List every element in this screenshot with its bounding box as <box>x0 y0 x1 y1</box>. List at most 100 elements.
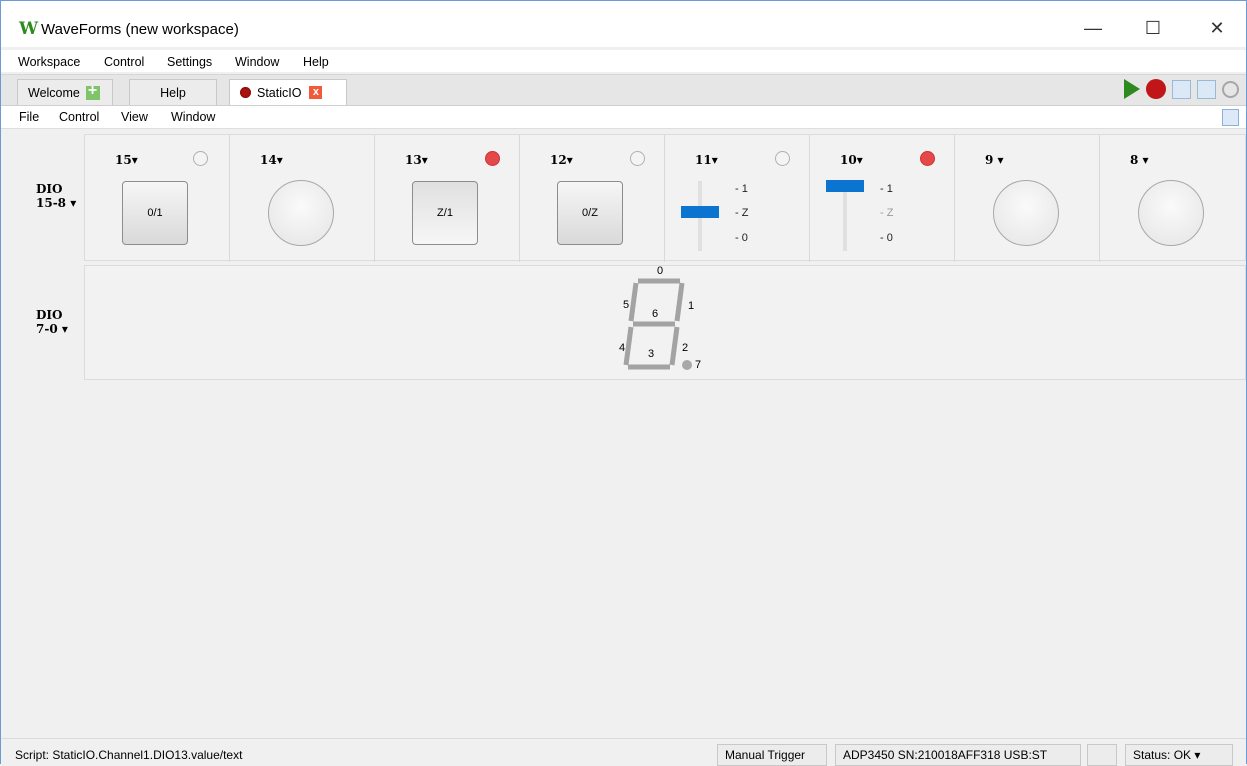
led-indicator-11 <box>775 151 790 166</box>
toggle-button-13[interactable]: Z/1 <box>412 181 478 245</box>
toolbar <box>1124 79 1239 99</box>
run-play-icon[interactable] <box>1124 79 1140 99</box>
tab-staticio[interactable]: StaticIO x <box>229 79 347 105</box>
channel-8: 8 ▾ <box>1100 135 1245 262</box>
menu-settings[interactable]: Settings <box>167 55 212 69</box>
close-window-button[interactable]: ✕ <box>1197 13 1237 43</box>
menu-control[interactable]: Control <box>104 55 144 69</box>
segment-label-6: 6 <box>652 308 658 320</box>
option-1-10: - 1 <box>880 183 893 195</box>
dropdown-caret-icon: ▾ <box>70 196 77 210</box>
channel-12: 12▾ 0/Z <box>520 135 665 262</box>
segment-label-1: 1 <box>688 300 694 312</box>
segment-label-5: 5 <box>623 299 629 311</box>
submenu-control[interactable]: Control <box>59 110 99 124</box>
dio-label-text: DIO <box>36 308 63 322</box>
tab-help[interactable]: Help <box>129 79 217 105</box>
tab-staticio-label: StaticIO <box>257 85 302 100</box>
pin-label-14[interactable]: 14▾ <box>260 153 283 167</box>
add-tab-plus-icon[interactable] <box>85 82 100 100</box>
waveforms-logo-icon: W <box>19 19 39 39</box>
title-bar: W WaveForms (new workspace) — ☐ ✕ <box>1 1 1246 47</box>
status-text: Status: OK <box>1133 748 1192 762</box>
pin-label-8[interactable]: 8 ▾ <box>1130 153 1149 167</box>
dropdown-caret-icon: ▾ <box>1194 748 1201 762</box>
connection-icon[interactable] <box>1087 744 1117 766</box>
option-0-10: - 0 <box>880 232 893 244</box>
maximize-button[interactable]: ☐ <box>1133 13 1173 43</box>
led-display-8 <box>1138 180 1204 246</box>
menu-window[interactable]: Window <box>235 55 279 69</box>
dio-15-8-row: 15▾ 0/1 14▾ 13▾ Z/1 12▾ 0/Z 11▾ - 1 - Z … <box>84 134 1246 262</box>
submenu-file[interactable]: File <box>19 110 39 124</box>
led-indicator-13 <box>485 151 500 166</box>
main-menu-bar: Workspace Control Settings Window Help <box>1 50 1246 72</box>
record-dot-icon <box>240 87 251 98</box>
channel-14: 14▾ <box>230 135 375 262</box>
tab-welcome-label: Welcome <box>28 85 80 100</box>
dock-window-icon[interactable] <box>1172 79 1191 99</box>
toggle-button-15[interactable]: 0/1 <box>122 181 188 245</box>
led-indicator-10 <box>920 151 935 166</box>
split-view-icon[interactable] <box>1197 79 1216 99</box>
dio-range-text: 7-0 <box>36 322 58 336</box>
segment-label-4: 4 <box>619 342 625 354</box>
dio-label-text: DIO <box>36 182 63 196</box>
toggle-button-12[interactable]: 0/Z <box>557 181 623 245</box>
pin-label-15[interactable]: 15▾ <box>115 153 138 167</box>
manual-trigger-button[interactable]: Manual Trigger <box>717 744 827 766</box>
menu-workspace[interactable]: Workspace <box>18 55 80 69</box>
segment-label-3: 3 <box>648 348 654 360</box>
channel-15: 15▾ 0/1 <box>85 135 230 262</box>
segment-1 <box>674 282 685 322</box>
channel-10: 10▾ - 1 - Z - 0 <box>810 135 955 262</box>
pin-label-12[interactable]: 12▾ <box>550 153 573 167</box>
status-dropdown[interactable]: Status: OK ▾ <box>1125 744 1233 766</box>
segment-2 <box>669 326 680 366</box>
stop-record-icon[interactable] <box>1146 79 1166 99</box>
dio-7-0-label[interactable]: DIO 7-0 ▾ <box>36 308 68 336</box>
segment-label-2: 2 <box>682 342 688 354</box>
dio-range-text: 15-8 <box>36 196 67 210</box>
tab-welcome[interactable]: Welcome <box>17 79 113 105</box>
settings-gear-icon[interactable] <box>1222 80 1239 98</box>
panel-options-icon[interactable] <box>1222 109 1239 126</box>
slider-thumb-11[interactable] <box>681 206 719 218</box>
device-info[interactable]: ADP3450 SN:210018AFF318 USB:ST <box>835 744 1081 766</box>
channel-13: 13▾ Z/1 <box>375 135 520 262</box>
pin-label-10[interactable]: 10▾ <box>840 153 863 167</box>
close-tab-icon[interactable]: x <box>309 86 323 99</box>
option-1-11: - 1 <box>735 183 748 195</box>
option-z-11: - Z <box>735 207 749 219</box>
channel-9: 9 ▾ <box>955 135 1100 262</box>
slider-thumb-10[interactable] <box>826 180 864 192</box>
led-display-9 <box>993 180 1059 246</box>
channel-11: 11▾ - 1 - Z - 0 <box>665 135 810 262</box>
led-indicator-12 <box>630 151 645 166</box>
decimal-point-segment <box>682 360 692 370</box>
menu-help[interactable]: Help <box>303 55 329 69</box>
segment-5 <box>628 282 639 322</box>
instrument-menu-bar: File Control View Window <box>1 106 1246 129</box>
pin-label-9[interactable]: 9 ▾ <box>985 153 1004 167</box>
submenu-view[interactable]: View <box>121 110 148 124</box>
status-bar: Script: StaticIO.Channel1.DIO13.value/te… <box>1 738 1246 766</box>
script-status-text: Script: StaticIO.Channel1.DIO13.value/te… <box>15 748 243 762</box>
segment-label-0: 0 <box>657 265 663 277</box>
led-indicator-15 <box>193 151 208 166</box>
dio-15-8-label[interactable]: DIO 15-8 ▾ <box>36 182 76 210</box>
tab-bar: Welcome Help StaticIO x <box>1 74 1246 106</box>
tab-help-label: Help <box>160 85 186 100</box>
option-0-11: - 0 <box>735 232 748 244</box>
submenu-window[interactable]: Window <box>171 110 215 124</box>
option-z-10: - Z <box>880 207 894 219</box>
pin-label-11[interactable]: 11▾ <box>695 153 718 167</box>
dropdown-caret-icon: ▾ <box>61 322 68 336</box>
window-title: WaveForms (new workspace) <box>41 21 239 38</box>
led-display-14 <box>268 180 334 246</box>
seven-segment-display: 0 1 2 3 4 5 6 7 <box>619 265 701 371</box>
pin-label-13[interactable]: 13▾ <box>405 153 428 167</box>
minimize-button[interactable]: — <box>1073 13 1113 43</box>
segment-label-7: 7 <box>695 359 701 371</box>
segment-4 <box>623 326 634 366</box>
